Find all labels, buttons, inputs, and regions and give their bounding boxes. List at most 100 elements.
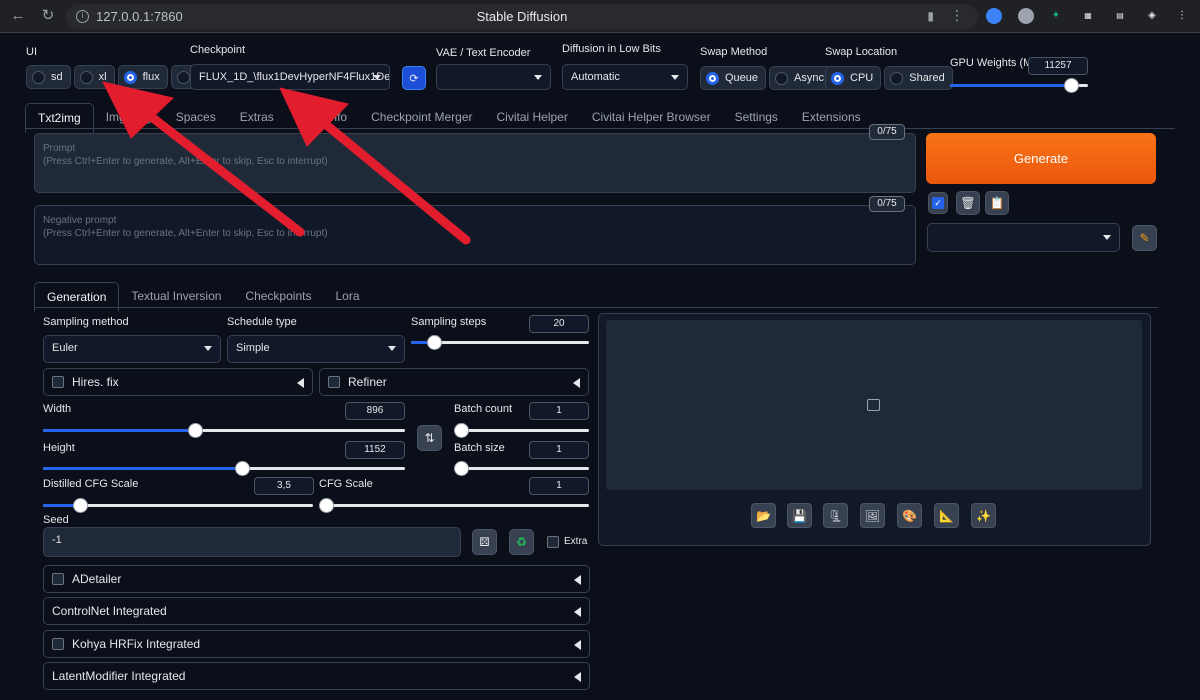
radio-dot-icon [32, 70, 45, 84]
swap-method-queue[interactable]: Queue [700, 66, 767, 90]
address-bar[interactable]: i 127.0.0.1:7860 Stable Diffusion ▮ ⋮ [66, 4, 978, 29]
slider-thumb[interactable] [454, 423, 469, 438]
checkpoint-select[interactable]: FLUX_1D_\flux1DevHyperNF4Flux1DevBl [190, 64, 390, 90]
hires-fix-checkbox[interactable] [52, 376, 64, 388]
schedule-type-select[interactable]: Simple [227, 335, 405, 363]
sparkle-button[interactable]: ✨ [971, 503, 996, 528]
refresh-checkpoint-button[interactable]: ⟳ [402, 66, 426, 90]
gpu-weights-input[interactable]: 11257 [1028, 57, 1088, 75]
slider-fill [43, 429, 195, 432]
checkbox-checked-icon: ✓ [932, 197, 944, 209]
collapse-triangle-icon [297, 378, 304, 388]
clipboard-button[interactable]: 📋 [985, 191, 1009, 215]
swap-dimensions-button[interactable]: ⇅ [417, 425, 442, 451]
extension-globe-icon[interactable] [986, 8, 1002, 24]
batch-size-slider[interactable] [454, 461, 589, 476]
refiner-checkbox[interactable] [328, 376, 340, 388]
pencil-icon: ✎ [1139, 231, 1150, 245]
height-input[interactable]: 1152 [345, 441, 405, 459]
send-to-extras-button[interactable]: 📐 [934, 503, 959, 528]
vae-select[interactable] [436, 64, 551, 90]
controlnet-accordion[interactable]: ControlNet Integrated [43, 597, 590, 625]
ui-radio-group: sd xl flux all [26, 65, 215, 89]
refiner-accordion[interactable]: Refiner [319, 368, 589, 396]
extension-puzzle-icon[interactable]: ◈ [1144, 8, 1160, 24]
batch-count-input[interactable]: 1 [529, 402, 589, 420]
sampling-steps-input[interactable]: 20 [529, 315, 589, 333]
slider-thumb[interactable] [427, 335, 442, 350]
vae-label: VAE / Text Encoder [436, 47, 531, 59]
gpu-weights-slider[interactable] [950, 78, 1088, 93]
chevron-down-icon [671, 75, 679, 80]
send-to-img2img-button[interactable]: 🖼 [860, 503, 885, 528]
diffusion-value: Automatic [571, 71, 620, 83]
seed-input[interactable]: -1 [43, 527, 461, 557]
trash-button[interactable]: 🗑 [956, 191, 980, 215]
slider-thumb[interactable] [235, 461, 250, 476]
height-slider[interactable] [43, 461, 405, 476]
distilled-cfg-input[interactable]: 3,5 [254, 477, 314, 495]
zip-button[interactable]: 🗜 [823, 503, 848, 528]
swap-method-async[interactable]: Async [769, 66, 832, 90]
swap-location-shared[interactable]: Shared [884, 66, 953, 90]
kohya-hrfix-accordion[interactable]: Kohya HRFix Integrated [43, 630, 590, 658]
negative-prompt-placeholder: (Press Ctrl+Enter to generate, Alt+Enter… [43, 228, 328, 239]
latentmodifier-accordion[interactable]: LatentModifier Integrated [43, 662, 590, 690]
swap-location-cpu[interactable]: CPU [825, 66, 882, 90]
ui-option-flux[interactable]: flux [117, 65, 168, 89]
bookmark-icon[interactable]: ▮ [927, 9, 934, 23]
generate-button[interactable]: Generate [926, 133, 1156, 184]
random-seed-button[interactable]: ⚄ [472, 529, 497, 555]
extension-circle-icon[interactable] [1018, 8, 1034, 24]
batch-count-slider[interactable] [454, 423, 589, 438]
batch-size-input[interactable]: 1 [529, 441, 589, 459]
save-button[interactable]: 💾 [787, 503, 812, 528]
swap-location-group: CPU Shared [825, 66, 953, 90]
send-to-inpaint-button[interactable]: 🎨 [897, 503, 922, 528]
adetailer-accordion[interactable]: ADetailer [43, 565, 590, 593]
cfg-scale-slider[interactable] [319, 498, 589, 513]
slider-thumb[interactable] [73, 498, 88, 513]
refiner-label: Refiner [348, 375, 387, 389]
picture-icon: 🖼 [864, 508, 881, 523]
chevron-down-icon [534, 75, 542, 80]
ui-option-sd[interactable]: sd [26, 65, 71, 89]
extension-altzip-icon[interactable]: ▤ [1112, 8, 1128, 24]
slider-thumb[interactable] [188, 423, 203, 438]
image-placeholder-icon [867, 399, 880, 411]
sub-tabs-divider [34, 307, 1158, 308]
extension-bird-icon[interactable]: ✦ [1048, 8, 1064, 24]
slider-thumb[interactable] [1064, 78, 1079, 93]
cfg-scale-input[interactable]: 1 [529, 477, 589, 495]
swap-location-label: Swap Location [825, 46, 898, 58]
reuse-seed-button[interactable]: ♻ [509, 529, 534, 555]
sampling-method-select[interactable]: Euler [43, 335, 221, 363]
slider-thumb[interactable] [319, 498, 334, 513]
chevron-down-icon [204, 346, 212, 351]
extensions-menu-icon[interactable]: ⋮ [1174, 8, 1190, 24]
style-apply-button[interactable]: ✓ [928, 192, 948, 214]
slider-fill [950, 84, 1071, 87]
more-options-icon[interactable]: ⋮ [950, 7, 964, 24]
kohya-hrfix-checkbox[interactable] [52, 638, 64, 650]
negative-prompt-textarea[interactable]: Negative prompt (Press Ctrl+Enter to gen… [34, 205, 916, 265]
styles-select[interactable] [927, 223, 1120, 252]
reload-icon[interactable]: ↻ [38, 6, 58, 26]
slider-thumb[interactable] [454, 461, 469, 476]
ui-option-xl[interactable]: xl [73, 65, 115, 89]
adetailer-checkbox[interactable] [52, 573, 64, 585]
distilled-cfg-slider[interactable] [43, 498, 313, 513]
hires-fix-accordion[interactable]: Hires. fix [43, 368, 313, 396]
width-input[interactable]: 896 [345, 402, 405, 420]
open-folder-button[interactable]: 📂 [751, 503, 776, 528]
extension-grid-icon[interactable]: ▦ [1080, 8, 1096, 24]
extra-seed-checkbox[interactable] [547, 536, 559, 548]
diffusion-select[interactable]: Automatic [562, 64, 688, 90]
sampling-steps-slider[interactable] [411, 335, 589, 350]
collapse-triangle-icon [574, 672, 581, 682]
back-icon[interactable]: ← [8, 6, 28, 26]
prompt-textarea[interactable]: Prompt (Press Ctrl+Enter to generate, Al… [34, 133, 916, 193]
edit-styles-button[interactable]: ✎ [1132, 225, 1157, 251]
controlnet-label: ControlNet Integrated [52, 604, 167, 618]
width-slider[interactable] [43, 423, 405, 438]
